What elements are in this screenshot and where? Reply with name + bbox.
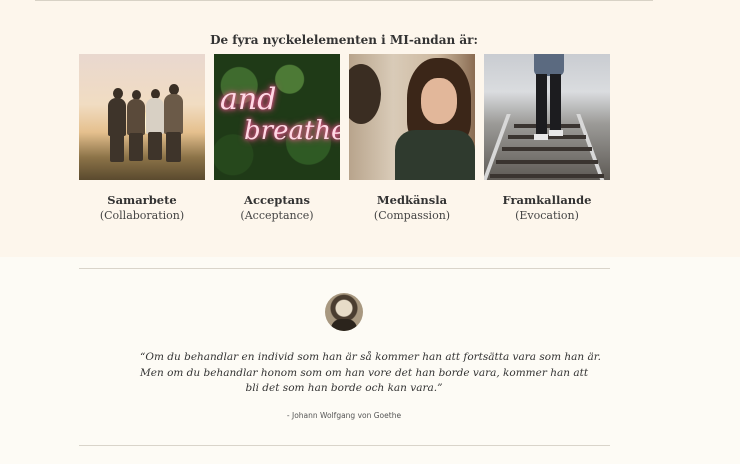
walker-shoe bbox=[534, 134, 548, 140]
neon-word-and: and bbox=[220, 82, 277, 117]
section-heading: De fyra nyckelelementen i MI-andan är: bbox=[210, 33, 478, 47]
quote-line: Men om du behandlar honom som om han vor… bbox=[140, 366, 589, 379]
neon-word-breathe: breathe bbox=[244, 116, 340, 146]
quote-author: - Johann Wolfgang von Goethe bbox=[286, 411, 402, 420]
person-legs bbox=[110, 134, 124, 162]
person-figure bbox=[108, 98, 126, 136]
group-sunset-photo bbox=[79, 54, 205, 180]
goethe-portrait-avatar bbox=[325, 293, 363, 331]
walker-shoe bbox=[549, 130, 563, 136]
element-title: Medkänsla bbox=[376, 193, 448, 207]
rail-tie bbox=[514, 124, 580, 128]
rail-tie bbox=[502, 147, 592, 151]
woman-sweater bbox=[395, 130, 475, 180]
walker-leg bbox=[550, 74, 561, 132]
neon-and-breathe-photo: and breathe bbox=[214, 54, 340, 180]
person-legs bbox=[148, 132, 162, 160]
quote-line: bli det som han borde och kan vara.” bbox=[245, 382, 443, 394]
foreground-figure bbox=[349, 64, 381, 124]
elements-grid: Samarbete (Collaboration) and breathe Ac… bbox=[79, 54, 619, 234]
rail-tie bbox=[496, 160, 598, 164]
person-legs bbox=[166, 132, 181, 162]
element-card-evocation: Framkallande (Evocation) bbox=[484, 54, 610, 222]
railway-walker-photo bbox=[484, 54, 610, 180]
walker-leg bbox=[536, 74, 547, 136]
element-title: Samarbete bbox=[107, 193, 177, 207]
element-title: Framkallande bbox=[502, 193, 592, 207]
element-subtitle: (Collaboration) bbox=[99, 209, 185, 222]
person-figure bbox=[127, 99, 145, 135]
person-figure bbox=[146, 98, 164, 134]
person-figure bbox=[164, 94, 183, 134]
element-subtitle: (Evocation) bbox=[515, 209, 579, 222]
rail-tie bbox=[490, 174, 604, 178]
element-card-collaboration: Samarbete (Collaboration) bbox=[79, 54, 205, 222]
thoughtful-woman-photo bbox=[349, 54, 475, 180]
element-subtitle: (Acceptance) bbox=[240, 209, 314, 222]
walker-jacket bbox=[534, 54, 564, 76]
quote-line: “Om du behandlar en individ som han är s… bbox=[140, 351, 601, 363]
quote-bottom-divider bbox=[79, 445, 610, 446]
portrait-coat bbox=[331, 319, 357, 331]
quote-top-divider bbox=[79, 268, 610, 269]
element-subtitle: (Compassion) bbox=[373, 209, 451, 222]
top-divider bbox=[35, 0, 653, 1]
woman-face bbox=[421, 78, 457, 124]
element-card-compassion: Medkänsla (Compassion) bbox=[349, 54, 475, 222]
person-legs bbox=[129, 133, 143, 161]
element-title: Acceptans bbox=[244, 193, 310, 207]
goethe-quote: “Om du behandlar en individ som han är s… bbox=[140, 350, 601, 397]
element-card-acceptance: and breathe Acceptans (Acceptance) bbox=[214, 54, 340, 222]
